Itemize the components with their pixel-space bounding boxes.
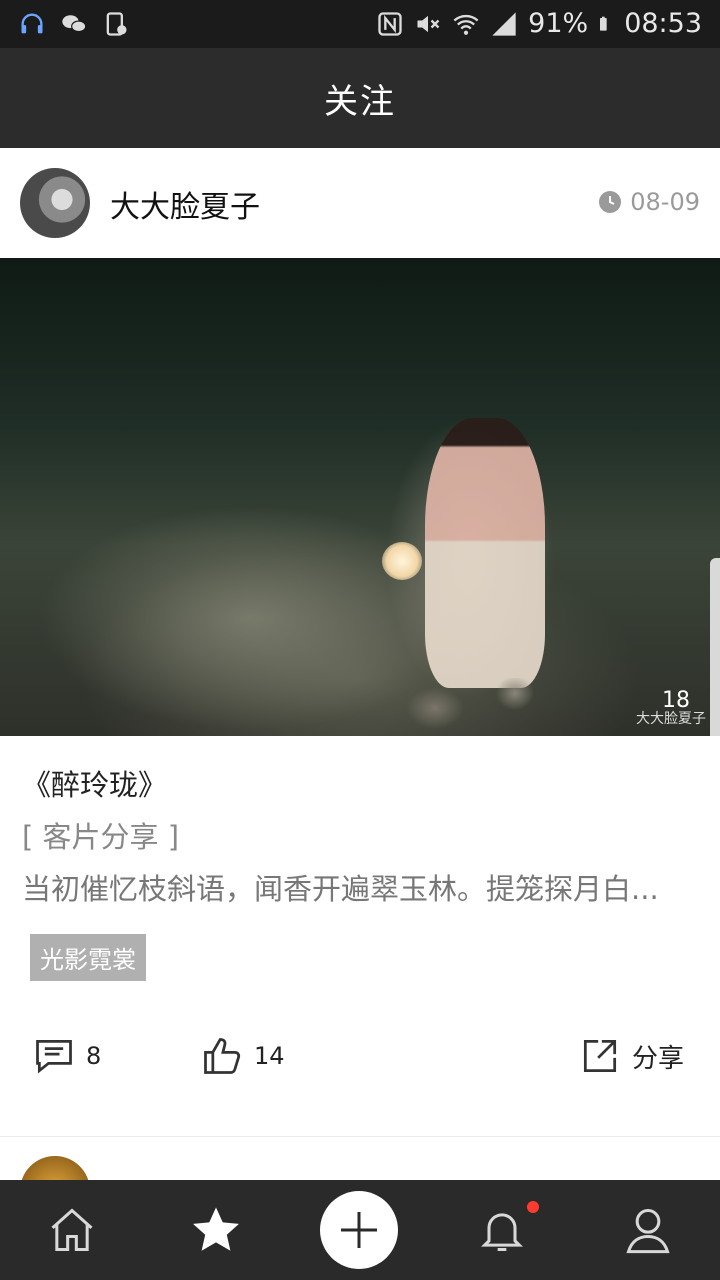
nav-favorites[interactable] (174, 1180, 258, 1280)
post-category: [ 客片分享 ] (22, 820, 180, 854)
comment-icon (36, 1039, 72, 1074)
photo-watermark: 大大脸夏子 (636, 711, 706, 727)
post-photo[interactable]: 18 大大脸夏子 (0, 258, 720, 736)
rocks (400, 678, 540, 736)
clock: 08:53 (624, 8, 702, 39)
date-text: 08-09 (630, 188, 700, 216)
lantern-glow (382, 542, 422, 580)
signal-icon (492, 11, 516, 36)
share-icon (583, 1039, 617, 1073)
create-post-button[interactable] (320, 1191, 398, 1269)
bell-icon (481, 1213, 523, 1252)
edge-handle[interactable] (710, 558, 720, 736)
like-button[interactable]: 14 (200, 1034, 285, 1078)
nfc-icon (378, 11, 402, 36)
notification-dot (527, 1201, 539, 1213)
username[interactable]: 大大脸夏子 (110, 182, 260, 226)
wifi-icon (453, 14, 479, 35)
plus-icon (341, 1212, 377, 1248)
divider (0, 1136, 720, 1137)
post-tag[interactable]: 光影霓裳 (30, 934, 146, 981)
post-title[interactable]: 《醉玲珑》 (22, 762, 167, 804)
post-description[interactable]: 当初催忆枝斜语，闻香开遍翠玉林。提笼探月白... (22, 866, 659, 908)
thumbs-up-icon (204, 1038, 241, 1074)
share-button[interactable]: 分享 (578, 1034, 684, 1078)
home-icon (51, 1208, 93, 1252)
battery-percent: 91% (528, 8, 589, 39)
header: 关注 (0, 48, 720, 148)
nav-profile[interactable] (606, 1180, 690, 1280)
figure-silhouette (425, 418, 545, 688)
bottom-nav (0, 1180, 720, 1280)
share-label: 分享 (632, 1043, 685, 1074)
comment-button[interactable]: 8 (32, 1034, 101, 1078)
wechat-icon (62, 15, 87, 33)
post-header: 大大脸夏子 08-09 (0, 148, 720, 258)
page-title: 关注 (324, 81, 396, 122)
battery-icon (600, 16, 607, 31)
post-actions: 8 14 分享 (0, 1030, 720, 1090)
profile-icon (626, 1208, 670, 1254)
like-count: 14 (254, 1042, 285, 1070)
comment-count: 8 (86, 1042, 102, 1070)
post-date: 08-09 (598, 188, 700, 216)
star-icon (193, 1207, 239, 1251)
nav-home[interactable] (30, 1180, 114, 1280)
avatar[interactable] (20, 168, 90, 238)
clock-icon (599, 191, 622, 213)
phone-app-icon (106, 12, 127, 36)
headset-icon (21, 13, 43, 34)
status-bar: 91% 08:53 (0, 0, 720, 48)
mute-icon (417, 15, 440, 32)
nav-notifications[interactable] (460, 1180, 544, 1280)
